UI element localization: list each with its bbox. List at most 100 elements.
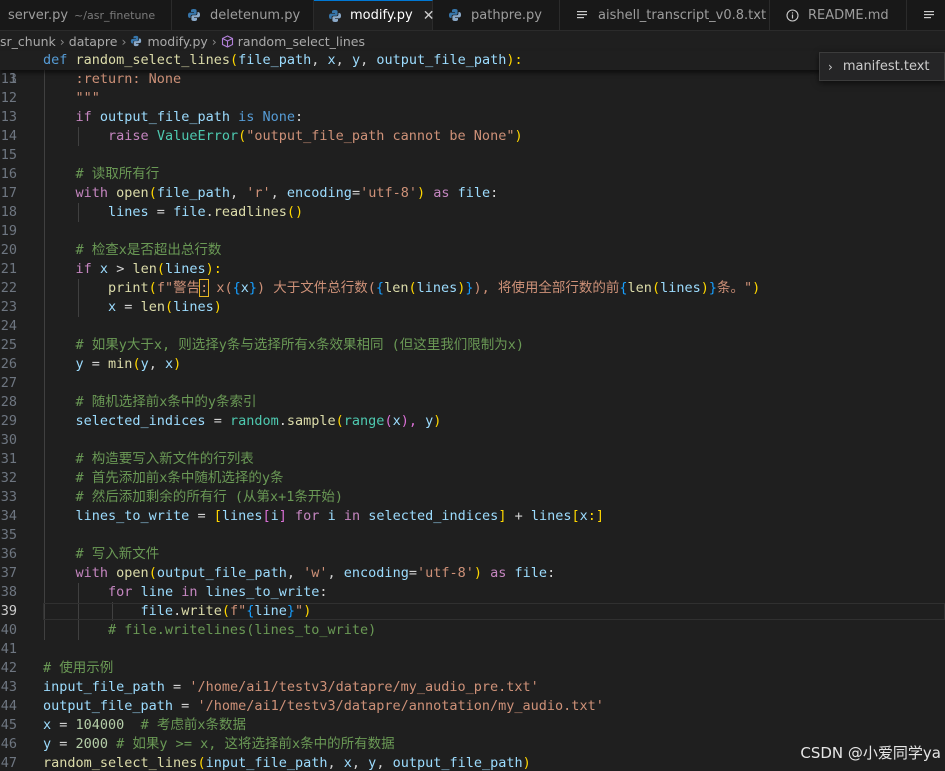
code-line: 42 # 使用示例 [0, 659, 945, 678]
chevron-right-icon: › [59, 33, 65, 49]
tab-modify-py[interactable]: modify.py ✕ [314, 0, 434, 30]
code-line: 28 # 随机选择前x条中的y条索引 [0, 393, 945, 412]
line-number: 18 [0, 204, 17, 220]
code-text: # 读取所有行 [43, 166, 160, 182]
line-number: 47 [0, 755, 17, 771]
python-icon [186, 7, 202, 23]
code-line-current: 39 file.write(f"{line}") [0, 602, 945, 621]
code-line: 29 selected_indices = random.sample(rang… [0, 412, 945, 431]
tab-label: pathpre.py [471, 7, 542, 23]
tab-aishell-transcript[interactable]: aishell_transcript_v0.8.txt [560, 0, 770, 30]
watermark: CSDN @小爱同学ya [800, 744, 941, 762]
code-line: 21 if x > len(lines): [0, 260, 945, 279]
code-line: 32 # 首先添加前x条中随机选择的y条 [0, 469, 945, 488]
code-line: 14 raise ValueError("output_file_path ca… [0, 127, 945, 146]
code-line: 3 def random_select_lines(file_path, x, … [0, 51, 945, 87]
line-number: 45 [0, 717, 17, 733]
breadcrumb-folder[interactable]: datapre [69, 34, 118, 49]
line-number: 41 [0, 641, 17, 657]
code-text: for line in lines_to_write: [108, 584, 328, 600]
tab-readme-md[interactable]: README.md [770, 0, 907, 30]
code-text: # 如果y大于x, 则选择y条与选择所有x条效果相同 (但这里我们限制为x) [43, 337, 525, 353]
code-text: with open(output_file_path, 'w', encodin… [75, 565, 556, 581]
python-icon [447, 7, 463, 23]
line-number: 17 [0, 185, 17, 201]
code-text: selected_indices = random.sample(range(x… [75, 413, 442, 429]
python-icon [328, 8, 342, 24]
code-line: 37 with open(output_file_path, 'w', enco… [0, 564, 945, 583]
code-text: lines = file.readlines() [108, 204, 304, 220]
code-line: 33 # 然后添加剩余的所有行 (从第x+1条开始) [0, 488, 945, 507]
editor-tab-bar: server.py ~/asr_finetune deletenum.py mo… [0, 0, 945, 31]
code-text: y = 2000 # 如果y >= x, 这将选择前x条中的所有数据 [43, 736, 395, 752]
tab-label: server.py [8, 7, 69, 23]
line-number: 43 [0, 679, 17, 695]
breadcrumb-file[interactable]: modify.py [147, 34, 207, 49]
code-text: # 随机选择前x条中的y条索引 [43, 394, 257, 410]
tab-server-py[interactable]: server.py ~/asr_finetune [0, 0, 172, 30]
code-line: 24 [0, 317, 945, 336]
code-text: # 写入新文件 [43, 546, 160, 562]
tab-pathpre-py[interactable]: pathpre.py [433, 0, 560, 30]
tab-deletenum-py[interactable]: deletenum.py [172, 0, 314, 30]
line-number: 40 [0, 622, 17, 638]
code-line: 12 """ [0, 89, 945, 108]
chevron-right-icon: › [211, 33, 217, 49]
code-text: output_file_path = '/home/ai1/testv3/dat… [43, 698, 604, 714]
breadcrumb: sr_chunk › datapre › modify.py › random_… [0, 31, 945, 51]
code-text: if x > len(lines): [75, 261, 222, 277]
code-line: 38 for line in lines_to_write: [0, 583, 945, 602]
code-text: with open(file_path, 'r', encoding='utf-… [75, 185, 499, 201]
code-line: 22 print(f"警告: x({x}) 大于文件总行数({len(lines… [0, 279, 945, 298]
code-text: random_select_lines(input_file_path, x, … [43, 755, 531, 771]
manifest-panel[interactable]: › manifest.text [819, 52, 945, 81]
code-line: 31 # 构造要写入新文件的行列表 [0, 450, 945, 469]
line-number: 37 [0, 565, 17, 581]
line-number: 27 [0, 375, 17, 391]
tab-overflow[interactable]: a [907, 0, 945, 30]
code-line: 25 # 如果y大于x, 则选择y条与选择所有x条效果相同 (但这里我们限制为x… [0, 336, 945, 355]
code-line: 17 with open(file_path, 'r', encoding='u… [0, 184, 945, 203]
tab-path: ~/asr_finetune [74, 8, 156, 22]
line-number: 23 [0, 299, 17, 315]
chevron-right-icon: › [121, 33, 127, 49]
line-number: 25 [0, 337, 17, 353]
code-text: x = 104000 # 考虑前x条数据 [43, 717, 246, 733]
line-number: 30 [0, 432, 17, 448]
line-number: 3 [8, 71, 17, 87]
info-icon [784, 7, 800, 23]
code-text: :return: None [43, 71, 182, 87]
line-number: 29 [0, 413, 17, 429]
text-file-icon [574, 7, 590, 23]
code-line: 40 # file.writelines(lines_to_write) [0, 621, 945, 640]
breadcrumb-folder[interactable]: sr_chunk [0, 34, 56, 49]
code-line: 35 [0, 526, 945, 545]
chevron-right-icon[interactable]: › [828, 60, 833, 74]
manifest-label: manifest.text [842, 59, 930, 74]
line-number: 24 [0, 318, 17, 334]
line-number: 36 [0, 546, 17, 562]
line-number: 22 [0, 280, 17, 296]
line-number: 32 [0, 470, 17, 486]
code-line: 26 y = min(y, x) [0, 355, 945, 374]
code-text: raise ValueError("output_file_path canno… [108, 128, 523, 144]
breadcrumb-symbol[interactable]: random_select_lines [238, 34, 365, 49]
code-line: 30 [0, 431, 945, 450]
line-number: 39 [0, 603, 17, 619]
line-number: 46 [0, 736, 17, 752]
code-text: file.write(f"{line}") [140, 603, 312, 619]
code-line: 44 output_file_path = '/home/ai1/testv3/d… [0, 697, 945, 716]
sticky-scroll-header[interactable]: 3 def random_select_lines(file_path, x, … [0, 51, 945, 87]
code-text: # 检查x是否超出总行数 [43, 242, 222, 258]
code-line: 45 x = 104000 # 考虑前x条数据 [0, 716, 945, 735]
line-number: 31 [0, 451, 17, 467]
code-line: 34 lines_to_write = [lines[i] for i in s… [0, 507, 945, 526]
line-number: 19 [0, 223, 17, 239]
line-number: 16 [0, 166, 17, 182]
line-number: 35 [0, 527, 17, 543]
code-editor[interactable]: 11 :return: None 12 """ 13 if output_fil… [0, 70, 945, 771]
code-text: # 首先添加前x条中随机选择的y条 [43, 470, 284, 486]
code-text: input_file_path = '/home/ai1/testv3/data… [43, 679, 539, 695]
code-line: 18 lines = file.readlines() [0, 203, 945, 222]
text-file-icon [921, 7, 937, 23]
